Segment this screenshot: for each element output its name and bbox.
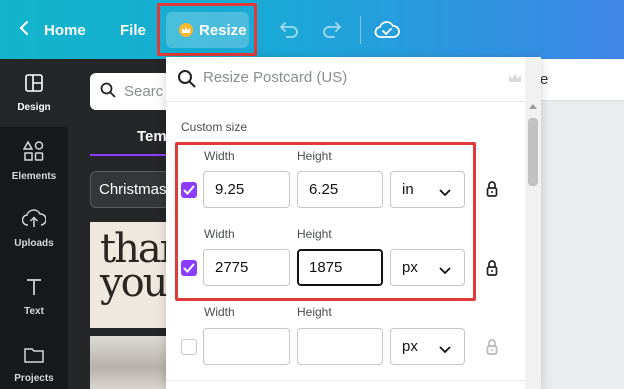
rail-label-projects: Projects [14,373,54,384]
height-input[interactable] [297,328,383,365]
template-thumbnail[interactable] [90,336,170,389]
shapes-icon [22,140,45,167]
custom-size-highlight-box [175,142,476,301]
cloud-saved-icon[interactable] [374,20,400,45]
width-label: Width [204,305,235,319]
thumbnail-text-line2: you. [100,260,179,306]
resize-highlight-box [157,3,257,56]
resize-search-input[interactable] [203,69,493,86]
rail-label-uploads: Uploads [14,238,54,249]
rail-label-design: Design [17,102,51,113]
width-input[interactable] [203,328,290,365]
resize-search [166,57,526,101]
folder-icon [23,346,45,369]
rail-item-design[interactable]: Design [0,59,68,127]
rail-item-text[interactable]: Text [0,263,68,331]
text-icon [25,277,43,302]
top-bar [0,0,624,59]
layout-icon [24,73,44,98]
chevron-left-icon [18,20,30,40]
rail-label-text: Text [24,306,44,317]
height-label: Height [297,305,332,319]
unit-value: px [402,338,418,355]
lock-icon[interactable] [485,259,499,282]
search-icon [177,69,197,94]
file-menu-button[interactable]: File [120,18,146,42]
rail-label-elements: Elements [11,171,57,182]
scrollbar-thumb[interactable] [528,118,538,186]
template-search-placeholder: Searc [124,83,164,100]
cloud-upload-icon [21,209,47,234]
home-label: Home [44,21,86,39]
canvas-toolbar-text: e [540,71,549,88]
tab-active-indicator [90,154,170,156]
canvas-area [540,59,624,389]
chevron-down-icon [439,341,451,358]
toolbar-divider [360,16,361,44]
size-checkbox[interactable] [181,339,197,355]
filter-chip-christmas[interactable]: Christmas [90,171,170,208]
template-thumbnail[interactable]: than you. [90,222,185,328]
unit-select[interactable]: px [390,328,465,365]
rail-item-elements[interactable]: Elements [0,127,68,195]
search-icon [100,82,116,102]
crown-icon [508,71,522,89]
scroll-up-arrow[interactable] [529,104,537,109]
undo-icon[interactable] [278,19,300,44]
redo-icon[interactable] [321,19,343,44]
home-button[interactable]: Home [18,18,86,42]
lock-icon[interactable] [485,338,499,361]
rail-item-uploads[interactable]: Uploads [0,195,68,263]
rail-item-projects[interactable]: Projects [0,331,68,389]
canvas-toolbar: e [540,59,624,101]
divider [166,380,525,381]
lock-icon[interactable] [485,180,499,203]
divider [166,101,526,102]
custom-size-heading: Custom size [181,120,248,134]
